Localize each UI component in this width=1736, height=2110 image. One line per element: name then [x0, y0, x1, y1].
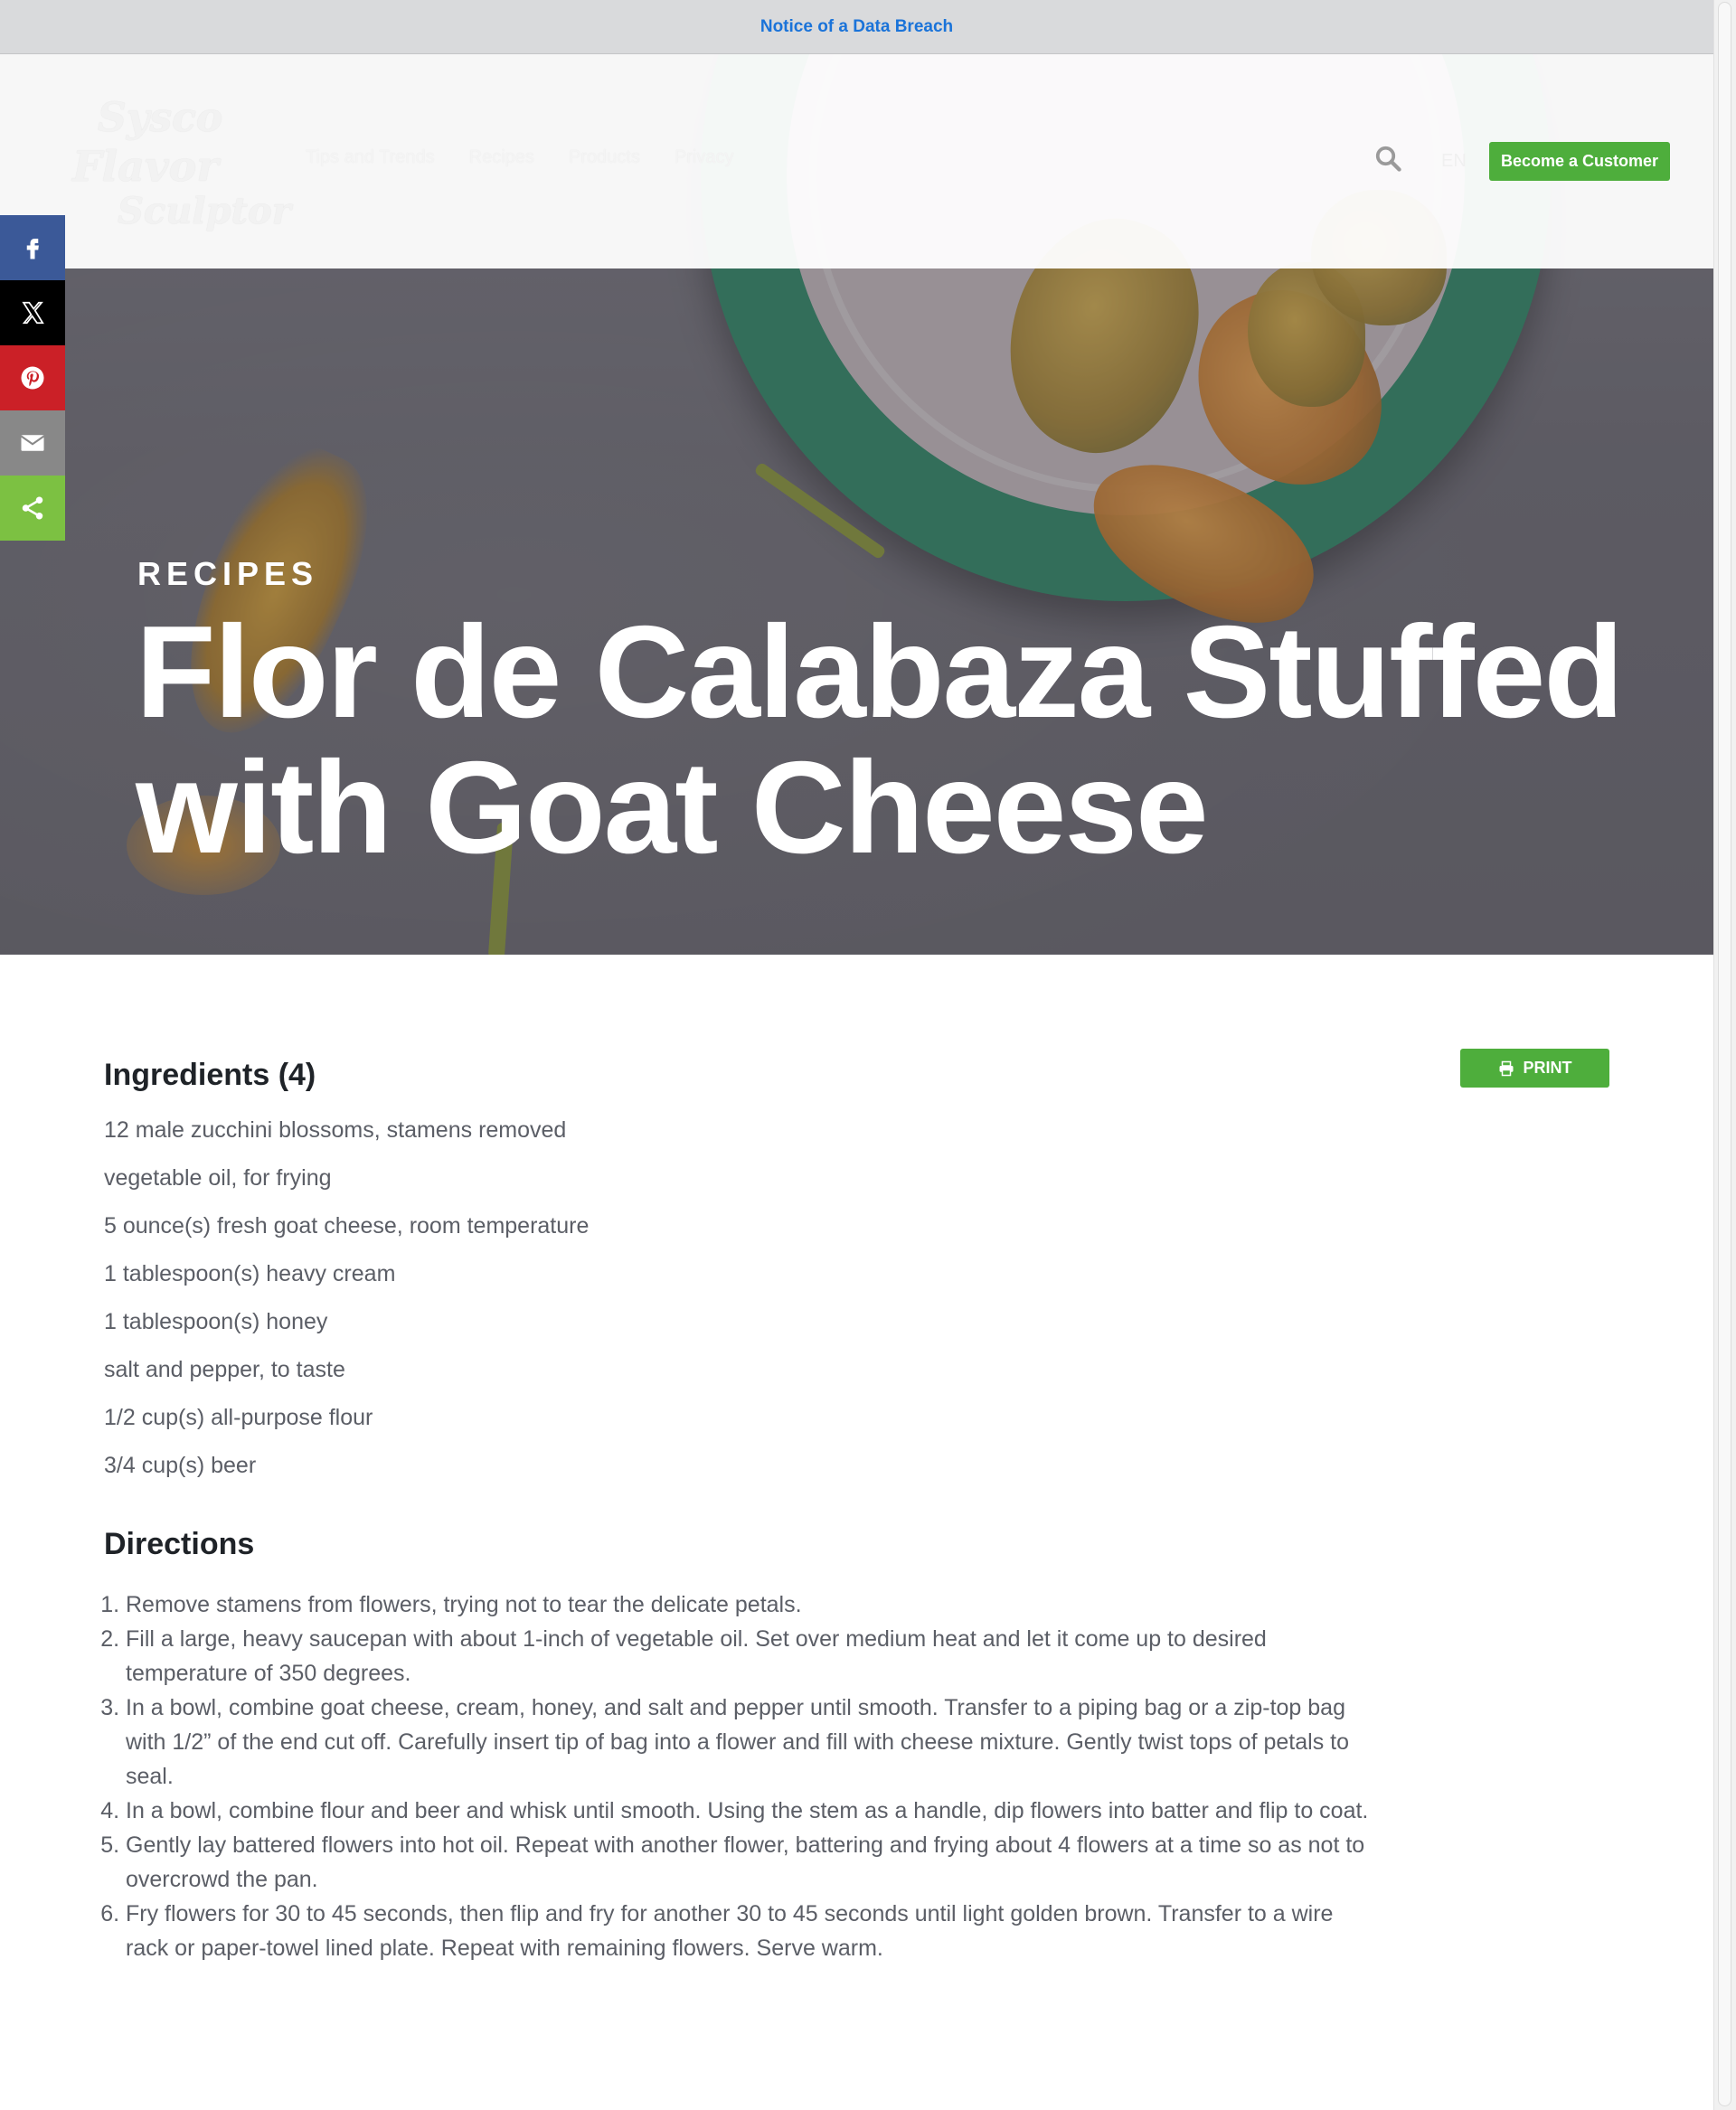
print-button[interactable]: PRINT — [1460, 1049, 1609, 1088]
nav-recipes[interactable]: Recipes — [469, 147, 534, 168]
ingredient-item: 3/4 cup(s) beer — [104, 1453, 257, 1478]
logo-line-3: Sculptor — [118, 190, 291, 232]
social-share-rail — [0, 215, 65, 541]
language-selector[interactable]: EN — [1441, 151, 1467, 172]
site-header: Sysco Flavor Sculptor Tips and Trends Re… — [0, 54, 1713, 268]
main-nav: Tips and Trends Recipes Products Privacy — [306, 147, 733, 168]
more-share-button[interactable] — [0, 476, 65, 541]
data-breach-notice-link[interactable]: Notice of a Data Breach — [760, 17, 953, 37]
directions-list: Remove stamens from flowers, trying not … — [104, 1587, 1370, 1965]
recipe-content: PRINT Ingredients (4) 12 male zucchini b… — [104, 1049, 1623, 1965]
x-icon — [22, 301, 44, 325]
nav-products[interactable]: Products — [569, 147, 640, 168]
direction-step: In a bowl, combine goat cheese, cream, h… — [126, 1691, 1370, 1794]
search-icon[interactable] — [1374, 145, 1405, 175]
facebook-icon — [26, 239, 39, 259]
page-title: Flor de Calabaza Stuffed with Goat Chees… — [136, 598, 1624, 881]
ingredient-item: 1 tablespoon(s) heavy cream — [104, 1261, 396, 1286]
scrollbar-thumb[interactable] — [1718, 2, 1731, 2106]
direction-step: Fill a large, heavy saucepan with about … — [126, 1622, 1370, 1691]
sysco-flavor-sculptor-logo[interactable]: Sysco Flavor Sculptor — [54, 95, 291, 249]
direction-step: In a bowl, combine flour and beer and wh… — [126, 1794, 1370, 1828]
ingredient-item: 5 ounce(s) fresh goat cheese, room tempe… — [104, 1213, 590, 1239]
ingredients-list: 12 male zucchini blossoms, stamens remov… — [104, 1116, 1623, 1500]
logo-line-2: Flavor — [72, 142, 219, 191]
ingredient-item: 12 male zucchini blossoms, stamens remov… — [104, 1117, 567, 1143]
directions-heading: Directions — [104, 1527, 255, 1561]
email-icon — [20, 435, 45, 451]
ingredient-item: 1/2 cup(s) all-purpose flour — [104, 1405, 373, 1430]
pinterest-share-button[interactable] — [0, 345, 65, 410]
vertical-scrollbar[interactable] — [1713, 0, 1736, 2110]
x-share-button[interactable] — [0, 280, 65, 345]
ingredients-heading: Ingredients (4) — [104, 1058, 316, 1092]
ingredient-item: salt and pepper, to taste — [104, 1357, 345, 1382]
share-icon — [22, 496, 43, 520]
ingredient-item: vegetable oil, for frying — [104, 1165, 332, 1191]
email-share-button[interactable] — [0, 410, 65, 476]
ingredient-item: 1 tablespoon(s) honey — [104, 1309, 328, 1334]
nav-tips-and-trends[interactable]: Tips and Trends — [306, 147, 435, 168]
direction-step: Gently lay battered flowers into hot oil… — [126, 1828, 1370, 1897]
notice-bar: Notice of a Data Breach — [0, 0, 1713, 54]
hero-category-label: RECIPES — [137, 555, 319, 592]
facebook-share-button[interactable] — [0, 215, 65, 280]
direction-step: Remove stamens from flowers, trying not … — [126, 1587, 1370, 1622]
logo-line-1: Sysco — [98, 95, 223, 141]
become-customer-button[interactable]: Become a Customer — [1489, 142, 1670, 181]
print-label: PRINT — [1523, 1059, 1572, 1077]
direction-step: Fry flowers for 30 to 45 seconds, then f… — [126, 1897, 1370, 1965]
pinterest-icon — [21, 366, 44, 390]
printer-icon — [1499, 1060, 1513, 1076]
nav-privacy[interactable]: Privacy — [675, 147, 734, 168]
